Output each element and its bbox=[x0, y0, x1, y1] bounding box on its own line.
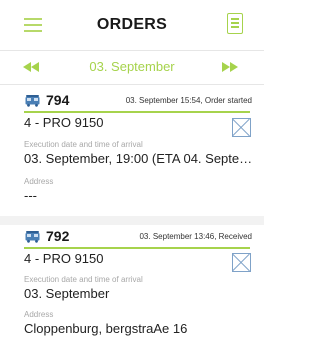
current-date[interactable]: 03. September bbox=[50, 51, 214, 83]
order-product: 4 - PRO 9150 bbox=[24, 115, 104, 130]
card-accent-line bbox=[24, 247, 250, 249]
arrival-value: 03. September, 19:00 (ETA 04. September) bbox=[24, 151, 254, 166]
arrival-label: Execution date and time of arrival bbox=[24, 275, 143, 284]
document-list-icon[interactable] bbox=[227, 13, 243, 34]
double-arrow-right-icon[interactable] bbox=[220, 60, 244, 74]
card-separator bbox=[0, 216, 264, 225]
app-header: ORDERS bbox=[0, 0, 264, 50]
order-number: 792 bbox=[46, 228, 70, 244]
order-status: 03. September 15:54, Order started bbox=[125, 96, 252, 105]
order-number: 794 bbox=[46, 92, 70, 108]
card-accent-line bbox=[24, 111, 250, 113]
hamburger-menu-icon[interactable] bbox=[24, 18, 42, 32]
truck-icon bbox=[25, 95, 40, 107]
date-navigation: 03. September bbox=[0, 51, 264, 83]
order-product: 4 - PRO 9150 bbox=[24, 251, 104, 266]
address-value: Cloppenburg, bergstraAe 16 bbox=[24, 321, 188, 336]
address-label: Address bbox=[24, 310, 54, 319]
date-divider bbox=[0, 84, 264, 85]
double-arrow-left-icon[interactable] bbox=[23, 60, 47, 74]
truck-icon bbox=[25, 231, 40, 243]
address-label: Address bbox=[24, 177, 54, 186]
arrival-value: 03. September bbox=[24, 286, 110, 301]
image-placeholder-icon[interactable] bbox=[232, 253, 251, 272]
address-value: --- bbox=[24, 188, 37, 203]
image-placeholder-icon[interactable] bbox=[232, 118, 251, 137]
order-card[interactable]: 792 03. September 13:46, Received 4 - PR… bbox=[0, 226, 264, 354]
order-card[interactable]: 794 03. September 15:54, Order started 4… bbox=[0, 90, 264, 218]
order-status: 03. September 13:46, Received bbox=[139, 232, 252, 241]
arrival-label: Execution date and time of arrival bbox=[24, 140, 143, 149]
